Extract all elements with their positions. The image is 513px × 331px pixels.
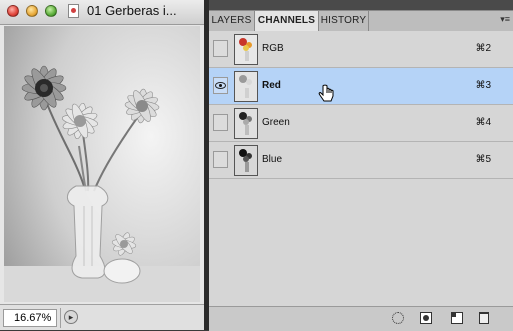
tab-history[interactable]: HISTORY [319,11,369,31]
channel-row-red[interactable]: Red ⌘3 [209,68,513,105]
document-titlebar[interactable]: 01 Gerberas i... [0,0,204,25]
channel-shortcut: ⌘2 [475,43,491,54]
tab-layers[interactable]: LAYERS [209,11,255,31]
channel-thumbnail-green [234,108,258,139]
panel-menu-icon[interactable]: ▾≡ [500,14,510,25]
visibility-toggle[interactable] [213,151,228,168]
panel-header-bar[interactable] [209,0,513,10]
document-window: 01 Gerberas i... 16.67% ▸ [0,0,204,330]
status-divider [60,308,61,328]
channel-shortcut: ⌘5 [475,154,491,165]
channel-name: Blue [262,154,283,165]
tab-channels[interactable]: CHANNELS [255,11,319,32]
channel-thumbnail-blue [234,145,258,176]
channel-shortcut: ⌘3 [475,80,491,91]
channel-shortcut: ⌘4 [475,117,491,128]
visibility-toggle[interactable] [213,40,228,57]
image-canvas[interactable] [4,26,200,302]
channel-thumbnail-red [234,71,258,102]
load-selection-icon[interactable] [392,312,404,324]
zoom-level-field[interactable]: 16.67% [3,309,57,327]
close-button[interactable] [7,5,19,17]
status-menu-icon[interactable]: ▸ [64,310,78,324]
visibility-toggle[interactable] [213,77,228,94]
hand-cursor-icon [318,84,334,102]
new-channel-icon[interactable] [451,312,463,324]
channel-thumbnail-rgb [234,34,258,65]
document-title: 01 Gerberas i... [87,3,177,18]
save-selection-icon[interactable] [420,312,432,324]
panel-tabs: LAYERS CHANNELS HISTORY ▾≡ [209,10,513,32]
status-bar: 16.67% ▸ [0,304,204,330]
document-icon [68,4,79,18]
channel-row-blue[interactable]: Blue ⌘5 [209,142,513,179]
eye-icon [215,82,226,89]
channel-name: Green [262,117,290,128]
minimize-button[interactable] [26,5,38,17]
channels-panel: LAYERS CHANNELS HISTORY ▾≡ RGB ⌘2 Red ⌘3… [209,0,513,331]
panel-footer [209,306,513,331]
visibility-toggle[interactable] [213,114,228,131]
zoom-button[interactable] [45,5,57,17]
channel-row-green[interactable]: Green ⌘4 [209,105,513,142]
delete-channel-icon[interactable] [479,312,489,324]
channel-name: Red [262,80,281,91]
gerbera-photo [4,26,200,302]
channel-name: RGB [262,43,284,54]
channel-row-rgb[interactable]: RGB ⌘2 [209,31,513,68]
